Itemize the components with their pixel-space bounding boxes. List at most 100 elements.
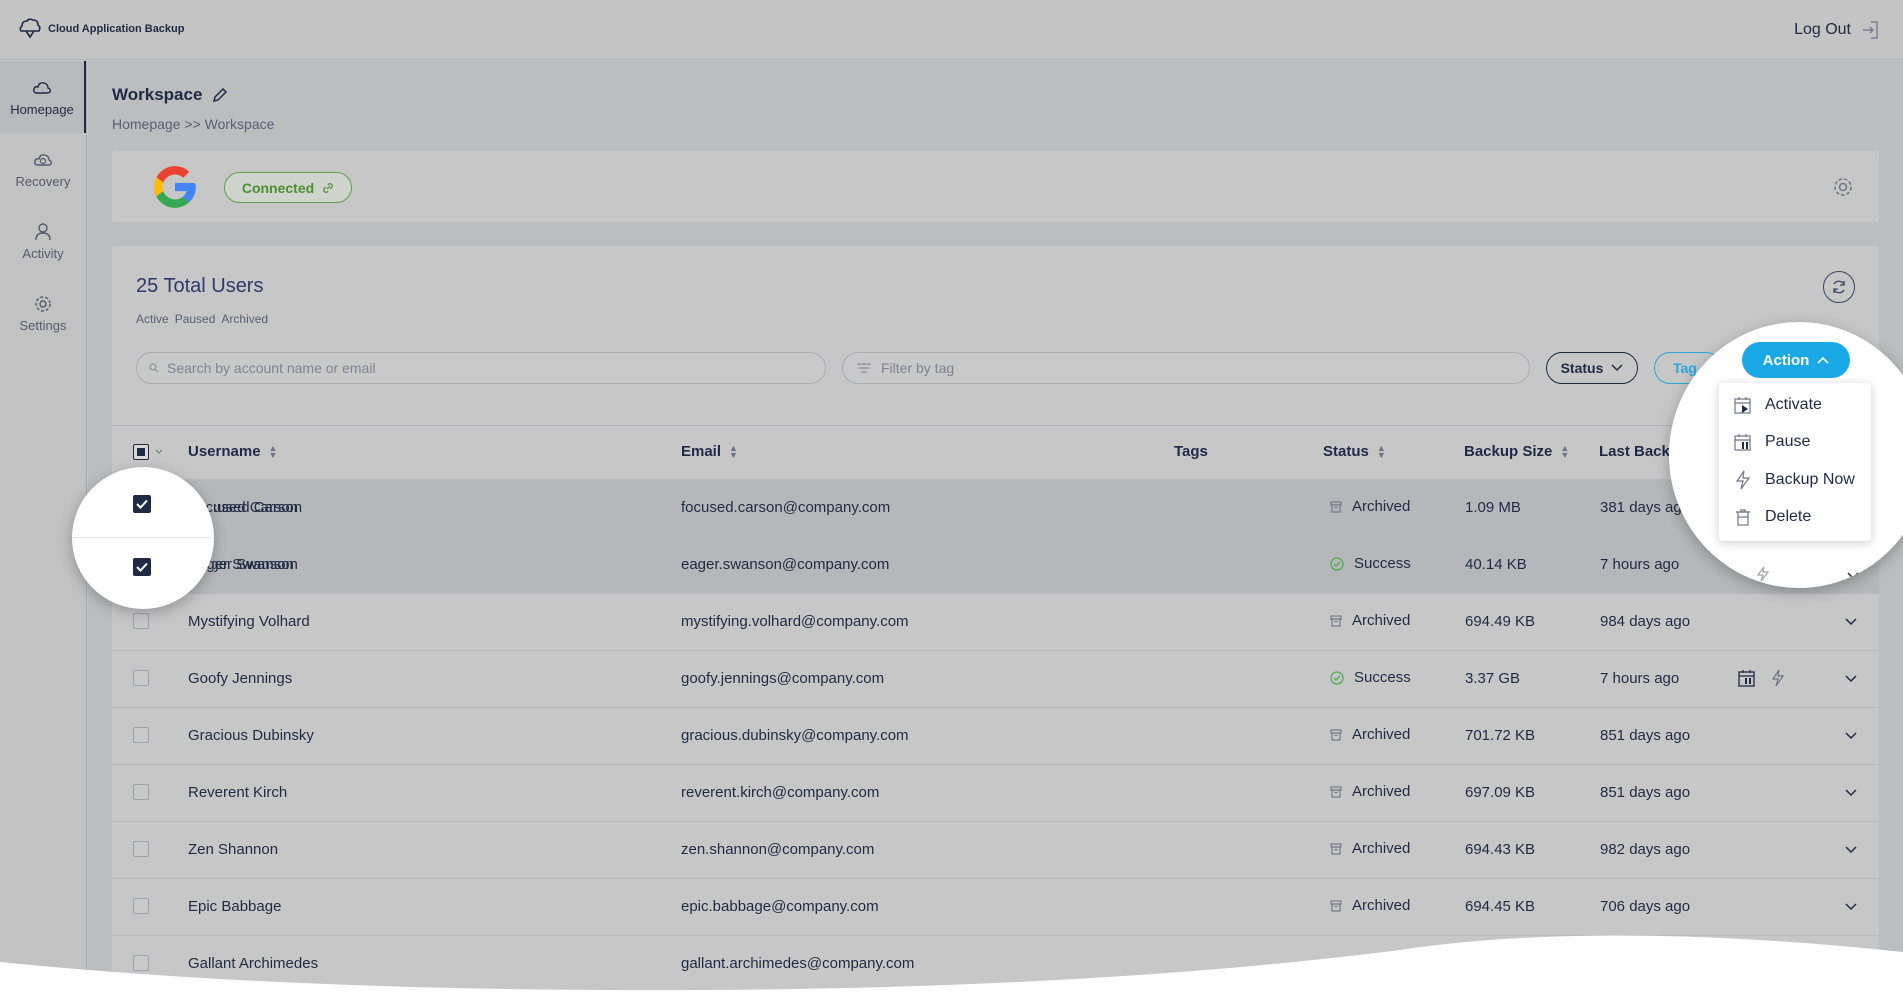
column-email-label: Email [681,443,722,460]
row-checkbox[interactable] [133,727,149,743]
status-button-label: Status [1560,360,1604,376]
select-menu-chevron-icon[interactable] [155,449,163,455]
column-last-backup[interactable]: Last Backup [1599,443,1679,460]
pencil-icon[interactable] [212,87,228,103]
last-backup-cell: 851 days ago [1600,784,1691,801]
username-cell: Gracious Dubinsky [188,727,314,744]
expand-row-chevron-icon[interactable] [1843,842,1859,858]
filter-active[interactable]: Active [136,312,169,326]
column-email[interactable]: Email ▲ ▼ [681,443,738,460]
status-dropdown-button[interactable]: Status [1546,352,1638,384]
tag-button-label: Tag [1673,360,1697,376]
lightning-icon [1756,566,1770,582]
email-cell: goofy.jennings@company.com [681,670,885,687]
last-backup-cell: 7 hours ago [1600,556,1680,573]
sidebar-item-activity[interactable]: Activity [0,205,86,277]
status-text: Archived [1352,783,1411,800]
expand-row-chevron-icon[interactable] [1843,671,1859,687]
trash-icon [1736,509,1750,526]
status-text: Archived [1352,726,1411,743]
row-checkbox[interactable] [133,784,149,800]
lightning-icon[interactable] [1770,669,1786,687]
settings-gear-icon[interactable] [1832,176,1854,198]
sidebar-item-label: Recovery [15,173,71,189]
backup-size-cell: 701.72 KB [1465,727,1536,744]
sidebar-item-settings[interactable]: Settings [0,277,86,349]
checkbox-zoom-lens [72,467,214,609]
expand-row-chevron-icon[interactable] [1843,899,1859,915]
row-checkbox[interactable] [133,670,149,686]
app-logo[interactable]: Cloud Application Backup [18,18,185,40]
archive-icon [1330,500,1342,513]
filter-archived[interactable]: Archived [221,312,268,326]
page-title: Workspace [112,85,228,105]
calendar-pause-icon [1734,434,1751,451]
username-cell: Goofy Jennings [188,670,293,687]
lightning-icon [1735,470,1751,490]
sidebar-item-recovery[interactable]: Recovery [0,133,86,205]
username-cell: Epic Babbage [188,898,282,915]
menu-item-delete[interactable]: Delete [1733,507,1811,527]
last-backup-cell: 7 hours ago [1600,670,1680,687]
sort-icon: ▲ ▼ [1560,442,1570,460]
sidebar-item-homepage[interactable]: Homepage [0,61,86,133]
logout-button[interactable]: Log Out [1794,20,1879,40]
google-logo [154,166,196,208]
select-all-checkbox[interactable] [133,444,149,460]
filter-icon [857,363,871,373]
success-check-icon [1330,556,1344,571]
status-cell: Success [1330,555,1411,572]
last-backup-cell: 851 days ago [1600,727,1691,744]
menu-item-backup-now[interactable]: Backup Now [1733,470,1855,490]
backup-size-cell: 694.49 KB [1465,613,1536,630]
column-backup-size[interactable]: Backup Size ▲ ▼ [1464,443,1569,460]
action-dropdown-button[interactable]: Action [1742,342,1850,378]
indeterminate-mark [137,448,145,456]
status-cell: Archived [1330,726,1410,743]
checkmark-icon [136,562,148,572]
backup-size-cell: 694.45 KB [1465,898,1536,915]
status-text: Success [1354,555,1411,572]
email-cell: mystifying.volhard@company.com [681,613,909,630]
backup-size-cell: 697.09 KB [1465,784,1536,801]
column-status[interactable]: Status ▲ ▼ [1323,443,1386,460]
status-cell: Success [1330,669,1411,686]
column-username-label: Username [188,443,261,460]
column-tags: Tags [1174,443,1208,460]
gear-icon [35,295,51,312]
archive-icon [1330,728,1342,741]
lens-row-divider [72,537,214,538]
expand-row-chevron-icon[interactable] [1843,785,1859,801]
archive-icon [1330,614,1342,627]
connected-badge[interactable]: Connected [224,172,352,203]
status-filters: Active Paused Archived [136,312,268,326]
row-checkbox[interactable] [133,898,149,914]
breadcrumb[interactable]: Homepage >> Workspace [112,116,274,132]
expand-row-chevron-icon[interactable] [1843,728,1859,744]
email-cell: eager.swanson@company.com [681,556,890,573]
refresh-button[interactable] [1823,271,1855,303]
row-checkbox[interactable] [133,841,149,857]
filter-paused[interactable]: Paused [175,312,216,326]
status-text: Archived [1352,612,1411,629]
email-cell: reverent.kirch@company.com [681,784,880,801]
search-input[interactable]: Search by account name or email [136,352,826,384]
tag-filter-input[interactable]: Filter by tag [842,352,1530,384]
menu-item-pause[interactable]: Pause [1733,432,1810,452]
menu-item-activate[interactable]: Activate [1733,395,1822,415]
row-checkbox-checked[interactable] [133,495,151,513]
row-checkbox-checked[interactable] [133,558,151,576]
cloud-shield-icon [19,18,41,39]
checkmark-icon [136,499,148,509]
pause-calendar-icon[interactable] [1737,668,1757,688]
username-cell: Reverent Kirch [188,784,288,801]
search-icon [149,363,159,373]
expand-row-chevron-icon[interactable] [1843,614,1859,630]
logout-icon [1863,21,1878,39]
sort-icon: ▲ ▼ [729,442,738,460]
calendar-play-icon [1734,397,1751,414]
column-tags-label: Tags [1174,443,1208,460]
menu-item-label: Delete [1765,508,1812,525]
row-checkbox[interactable] [133,613,149,629]
column-username[interactable]: Username ▲ ▼ [188,443,277,460]
